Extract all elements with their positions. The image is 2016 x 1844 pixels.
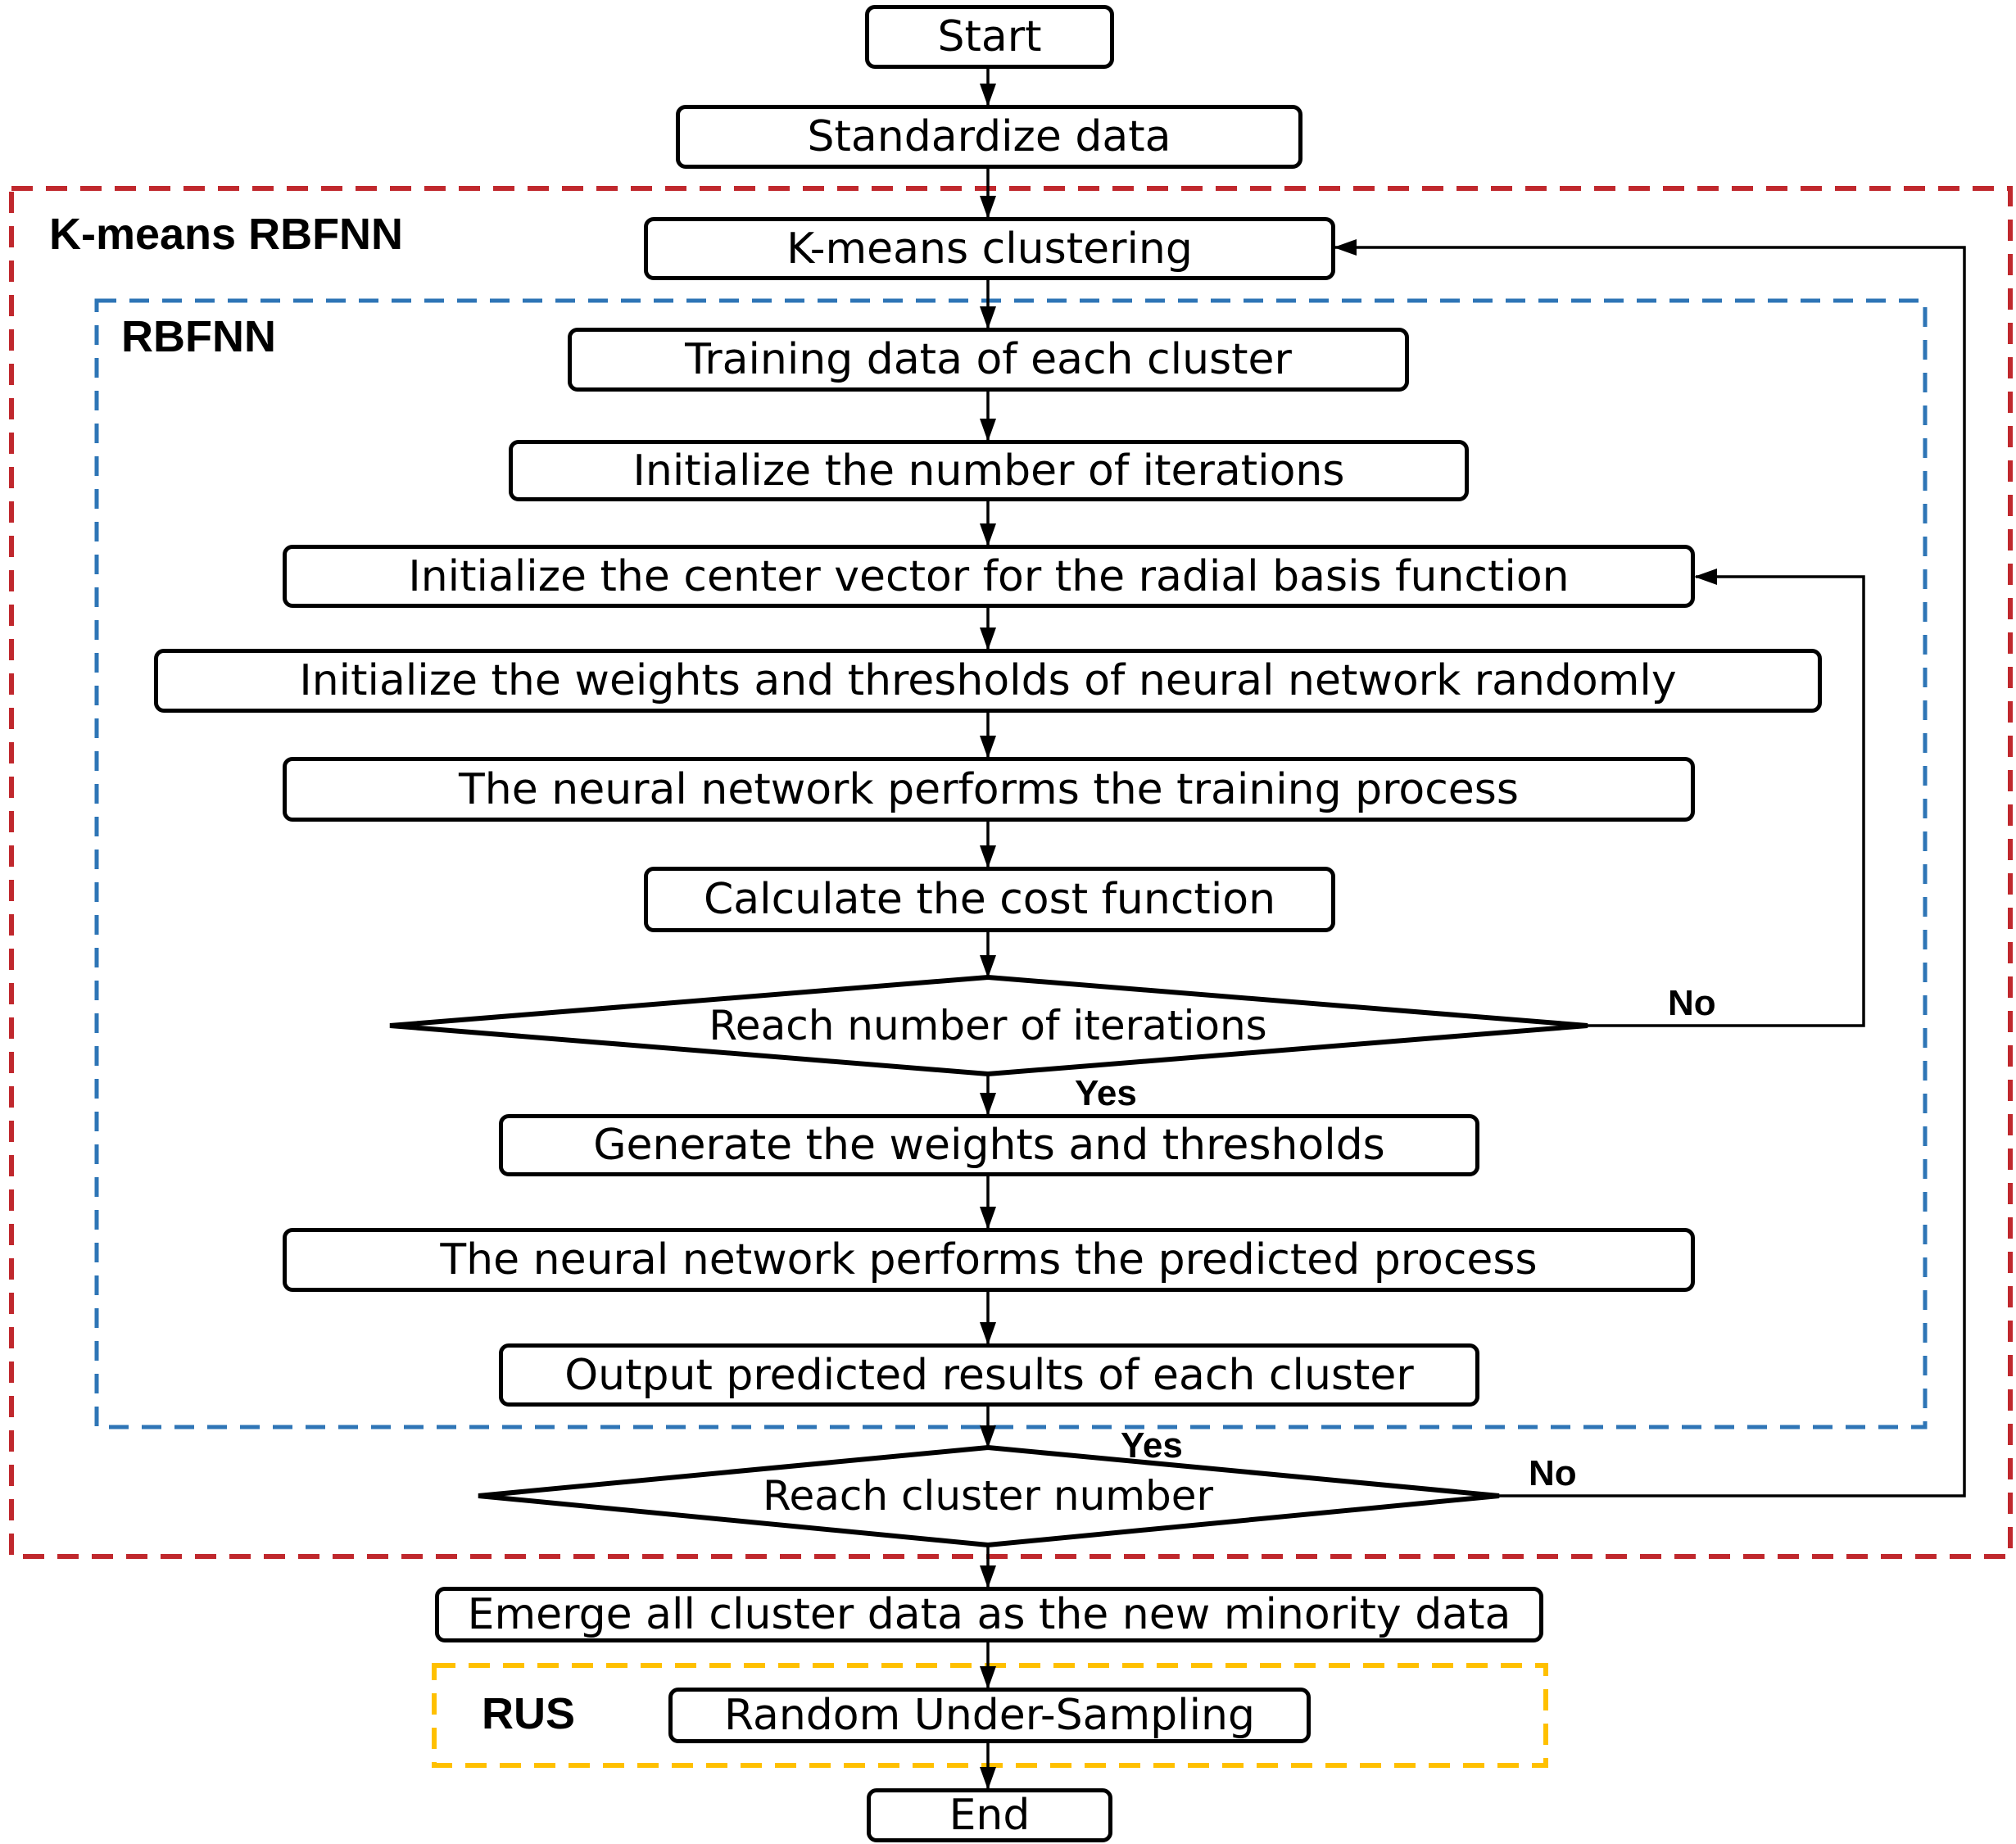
init-weights-node: Initialize the weights and thresholds of… (154, 649, 1822, 713)
decision-iterations-label: Reach number of iterations (709, 1002, 1267, 1049)
end-node: End (867, 1788, 1112, 1842)
init-iterations-node: Initialize the number of iterations (509, 440, 1469, 501)
predicted-process-node: The neural network performs the predicte… (283, 1228, 1695, 1292)
kmeans-rbfnn-region-label: K-means RBFNN (49, 210, 404, 259)
rus-region-label: RUS (482, 1689, 576, 1738)
init-center-vector-node: Initialize the center vector for the rad… (283, 545, 1695, 608)
cluster-yes-label: Yes (1121, 1425, 1183, 1466)
rbfnn-region-label: RBFNN (121, 312, 276, 361)
training-process-node: The neural network performs the training… (283, 757, 1695, 822)
standardize-data-node: Standardize data (676, 105, 1302, 169)
training-data-node: Training data of each cluster (568, 328, 1409, 392)
kmeans-clustering-node: K-means clustering (644, 217, 1335, 280)
cluster-no-label: No (1529, 1453, 1577, 1493)
decision-cluster-label: Reach cluster number (762, 1472, 1214, 1520)
flowchart-canvas: K-means RBFNN RBFNN RUS Start Standardiz… (0, 0, 2016, 1844)
generate-weights-node: Generate the weights and thresholds (499, 1114, 1479, 1176)
iterations-no-label: No (1668, 983, 1716, 1023)
iterations-yes-label: Yes (1075, 1073, 1137, 1113)
emerge-data-node: Emerge all cluster data as the new minor… (435, 1587, 1543, 1642)
start-node: Start (865, 5, 1114, 69)
cost-function-node: Calculate the cost function (644, 867, 1335, 932)
random-under-sampling-node: Random Under-Sampling (668, 1688, 1311, 1743)
output-results-node: Output predicted results of each cluster (499, 1343, 1479, 1407)
loop-cluster-no (1334, 239, 1966, 1497)
